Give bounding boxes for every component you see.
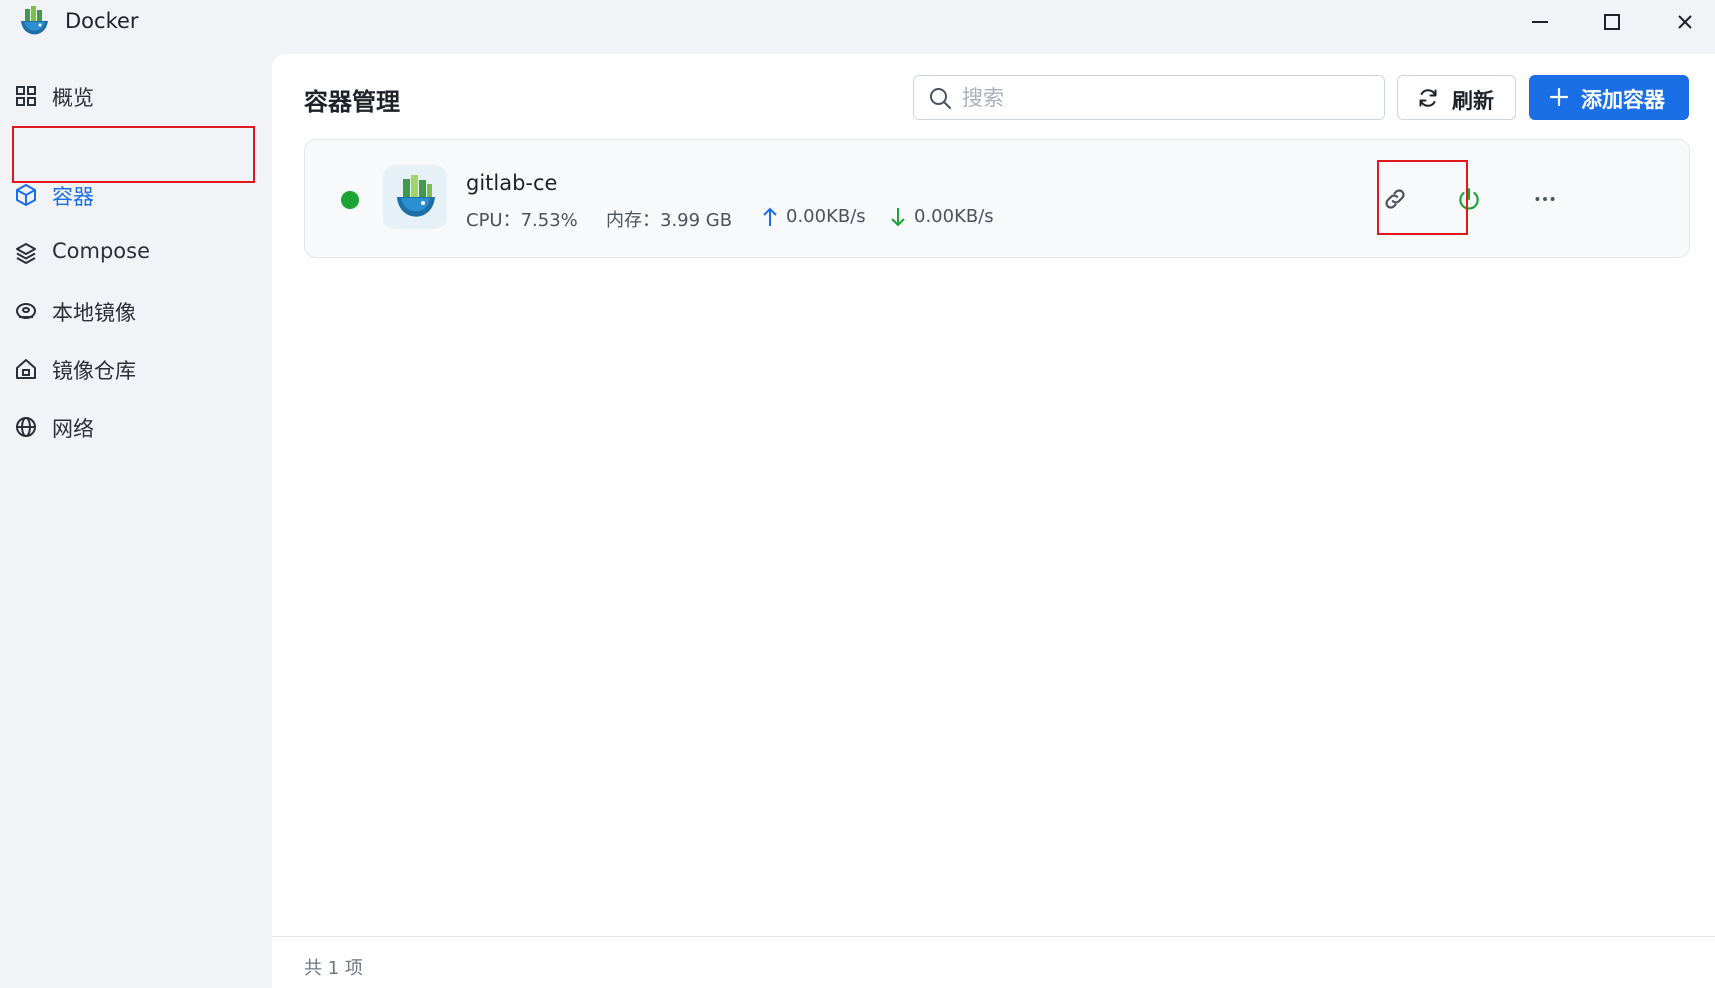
layers-icon	[16, 243, 36, 264]
more-icon	[1535, 197, 1555, 201]
sidebar-item-overview[interactable]: 概览	[0, 70, 272, 122]
upload-rate: 0.00KB/s	[761, 206, 866, 227]
power-icon	[1459, 188, 1479, 210]
sidebar-item-network[interactable]: 网络	[0, 401, 272, 453]
more-options-button[interactable]	[1521, 175, 1569, 223]
grid-icon	[16, 86, 36, 106]
container-card[interactable]: gitlab-ce CPU：7.53% 内存：3.99 GB 0.00KB/s …	[304, 139, 1690, 258]
power-button[interactable]	[1445, 175, 1493, 223]
download-rate: 0.00KB/s	[889, 206, 994, 227]
minimize-icon	[1532, 21, 1548, 23]
add-container-button[interactable]: 添加容器	[1529, 75, 1689, 120]
cube-icon	[16, 184, 36, 206]
upload-rate-value: 0.00KB/s	[786, 206, 866, 227]
container-logo-icon	[383, 165, 447, 229]
minimize-button[interactable]	[1522, 4, 1558, 40]
search-icon	[930, 88, 951, 109]
refresh-icon	[1419, 89, 1437, 107]
download-rate-value: 0.00KB/s	[914, 206, 994, 227]
arrow-down-icon	[891, 208, 905, 227]
search-input[interactable]	[962, 84, 1362, 112]
link-icon	[1385, 189, 1405, 209]
refresh-button-label: 刷新	[1452, 89, 1494, 113]
disk-icon	[16, 303, 36, 319]
sidebar-item-label: 容器	[52, 185, 94, 209]
sidebar-item-containers[interactable]: 容器	[0, 169, 272, 221]
sidebar-item-local-images[interactable]: 本地镜像	[0, 285, 272, 337]
app-title: Docker	[65, 9, 139, 33]
plus-icon	[1549, 87, 1569, 107]
sidebar-item-label: Compose	[52, 239, 151, 263]
arrow-up-icon	[763, 207, 777, 226]
cpu-usage: CPU：7.53%	[466, 210, 578, 231]
sidebar-item-label: 网络	[52, 417, 94, 441]
item-count: 共 1 项	[304, 958, 363, 979]
add-container-button-label: 添加容器	[1581, 88, 1665, 112]
container-name: gitlab-ce	[466, 171, 558, 195]
search-box[interactable]	[913, 75, 1385, 120]
docker-app-icon	[16, 3, 52, 39]
sidebar-item-label: 本地镜像	[52, 301, 136, 325]
sidebar-item-image-registry[interactable]: 镜像仓库	[0, 343, 272, 395]
running-status-dot	[341, 191, 359, 209]
refresh-button[interactable]: 刷新	[1397, 75, 1516, 120]
title-bar: Docker	[0, 0, 1715, 42]
home-icon	[16, 359, 36, 379]
sidebar-item-label: 概览	[52, 86, 94, 110]
maximize-button[interactable]	[1594, 4, 1630, 40]
globe-icon	[16, 417, 36, 437]
close-button[interactable]	[1667, 4, 1703, 40]
sidebar: 概览 容器 Compose 本地镜像 镜像仓库 网络	[0, 42, 272, 988]
page-title: 容器管理	[304, 88, 400, 116]
maximize-icon	[1604, 14, 1620, 30]
main-panel: 容器管理 刷新 添加容器	[272, 54, 1715, 988]
sidebar-item-compose[interactable]: Compose	[0, 227, 272, 279]
close-icon	[1678, 15, 1692, 29]
open-link-button[interactable]	[1371, 175, 1419, 223]
footer-divider	[272, 936, 1715, 937]
memory-usage: 内存：3.99 GB	[606, 210, 733, 231]
sidebar-item-label: 镜像仓库	[52, 359, 136, 383]
